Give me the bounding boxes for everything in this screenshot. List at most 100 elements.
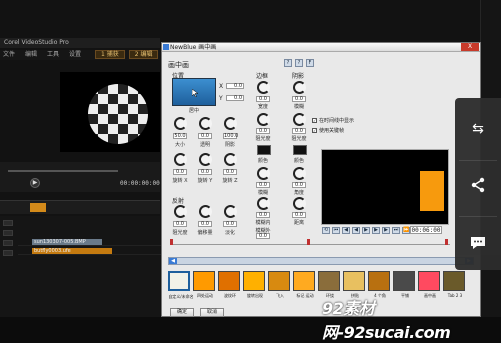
go-start-button[interactable]: ⏮	[332, 227, 340, 234]
reflect-fade-value[interactable]: 0.0	[223, 221, 237, 227]
prev-key-button[interactable]: ◀	[352, 227, 360, 234]
preset-thumbnail[interactable]: 旋转出现	[243, 271, 265, 298]
loop-button[interactable]: ⟲	[322, 227, 330, 234]
timeline-clip[interactable]: sun130307-005.BMP	[32, 239, 102, 245]
x-field[interactable]: 0.0	[226, 83, 244, 89]
reflect-offset-value[interactable]: 0.0	[198, 221, 212, 227]
preset-thumbnail[interactable]: Tab 2 3	[443, 271, 465, 298]
keyframe-marker[interactable]	[445, 239, 448, 245]
keyframe-timeline[interactable]	[170, 239, 450, 245]
preset-thumbnail[interactable]: 拼贴	[343, 271, 365, 298]
share-icon[interactable]	[455, 162, 501, 208]
preset-thumbnail[interactable]: 4 个角	[368, 271, 390, 298]
reflect-opacity-knob[interactable]	[174, 205, 187, 218]
play-button[interactable]: ▶	[30, 178, 40, 188]
preset-thumbnail[interactable]: 环绕	[318, 271, 340, 298]
help-button[interactable]: ?	[295, 59, 303, 67]
scrubber-track[interactable]	[8, 170, 118, 172]
menu-tools[interactable]: 工具	[47, 50, 59, 60]
opacity-knob[interactable]	[199, 117, 212, 130]
border-blur-in-knob[interactable]	[257, 197, 270, 210]
use-keyframes-checkbox[interactable]: ✓ 使用关键帧	[312, 127, 344, 134]
prev-frame-button[interactable]: ◀	[342, 227, 350, 234]
reflect-opacity-value[interactable]: 0.0	[173, 221, 187, 227]
preset-thumbnail[interactable]: 飞入	[268, 271, 290, 298]
shadow-color-swatch[interactable]	[293, 145, 307, 155]
rotate-z-value[interactable]: 0.0	[223, 169, 237, 175]
preset-thumbnail[interactable]: 自定义/未命名	[168, 271, 194, 299]
step-edit[interactable]: 2 编辑	[128, 50, 159, 59]
shadow-blur-value[interactable]: 0.0	[292, 96, 306, 102]
shadow-knob[interactable]	[224, 117, 237, 130]
preset-thumbnail[interactable]: 四处运动	[193, 271, 215, 298]
timeline-toolbar-button[interactable]	[30, 203, 46, 212]
rotate-y-knob[interactable]	[199, 153, 212, 166]
rotate-y-value[interactable]: 0.0	[198, 169, 212, 175]
border-opacity-knob[interactable]	[257, 113, 270, 126]
next-key-button[interactable]: ▶	[372, 227, 380, 234]
shadow-distance-knob[interactable]	[293, 197, 306, 210]
shadow-color-label: 颜色	[293, 158, 304, 164]
timeline-clip[interactable]: butfly0003.ufe	[32, 248, 112, 254]
menu-edit[interactable]: 编辑	[25, 50, 37, 60]
size-knob[interactable]	[174, 117, 187, 130]
border-color-swatch[interactable]	[257, 145, 271, 155]
border-width-knob[interactable]	[257, 81, 270, 94]
keyframe-marker[interactable]	[307, 239, 310, 245]
preset-thumbnail[interactable]: 波纹环	[218, 271, 240, 298]
play-preview-button[interactable]: ▶	[362, 227, 370, 234]
shadow-opacity-knob[interactable]	[293, 113, 306, 126]
option-label: 使用关键帧	[319, 128, 345, 134]
shadow-angle-value[interactable]: 0.0	[292, 182, 306, 188]
reflect-offset-knob[interactable]	[199, 205, 212, 218]
shadow-opacity-value[interactable]: 0.0	[292, 128, 306, 134]
shadow-distance-label: 距离	[293, 220, 304, 226]
border-blur-in-value[interactable]: 0.0	[256, 212, 270, 218]
menu-settings[interactable]: 设置	[69, 50, 81, 60]
ok-button[interactable]: 确定	[170, 308, 194, 317]
reflection-label: 反射	[172, 198, 185, 205]
help-button[interactable]: ?	[284, 59, 292, 67]
shadow-value[interactable]: 100.0	[223, 133, 238, 139]
favorite-button[interactable]: F	[306, 59, 314, 67]
border-width-value[interactable]: 0.0	[256, 96, 270, 102]
show-in-timeline-checkbox[interactable]: ✓ 在时间线中显示	[312, 117, 354, 124]
step-capture[interactable]: 1 捕获	[95, 50, 125, 59]
y-field[interactable]: 0.0	[226, 95, 244, 101]
cursor-icon	[191, 88, 199, 98]
keyframe-marker[interactable]	[170, 239, 173, 245]
pip-dialog: NewBlue 画中画 X 画中画 ? ? F 位置 居中 X 0.0 Y 0.…	[161, 42, 481, 317]
dialog-title: NewBlue 画中画	[170, 44, 217, 51]
go-end-button[interactable]: ⏭	[392, 227, 400, 234]
size-value[interactable]: 50.0	[173, 133, 187, 139]
preset-scrollbar[interactable]: ◀ ▶	[168, 257, 474, 265]
timeline-toolbar	[0, 200, 160, 214]
swap-icon[interactable]: ⇆	[455, 106, 501, 152]
shadow-angle-knob[interactable]	[293, 167, 306, 180]
preset-thumbnail[interactable]: 标记 运动	[293, 271, 315, 298]
rotate-x-label: 旋转 X	[172, 178, 188, 184]
rotate-z-knob[interactable]	[224, 153, 237, 166]
preview-timecode[interactable]: 00:06:00	[410, 226, 442, 234]
border-blur-value[interactable]: 0.0	[256, 182, 270, 188]
chat-icon[interactable]	[455, 220, 501, 266]
workflow-steps: 1 捕获 2 编辑	[95, 50, 159, 59]
preset-thumbnail[interactable]: 画中画	[418, 271, 440, 298]
menu-file[interactable]: 文件	[3, 50, 15, 60]
next-frame-button[interactable]: ▶	[382, 227, 390, 234]
scroll-left-icon[interactable]: ◀	[169, 258, 177, 264]
close-button[interactable]: X	[461, 43, 479, 51]
border-opacity-value[interactable]: 0.0	[256, 128, 270, 134]
opacity-value[interactable]: 0.0	[198, 133, 212, 139]
rotate-x-knob[interactable]	[174, 153, 187, 166]
border-blur-knob[interactable]	[257, 167, 270, 180]
preset-thumbnail[interactable]: 平铺	[393, 271, 415, 298]
border-blur-out-value[interactable]: 0.0	[256, 233, 270, 239]
shadow-blur-knob[interactable]	[293, 81, 306, 94]
fast-forward-button[interactable]: ⏩	[402, 227, 410, 234]
cancel-button[interactable]: 取消	[200, 308, 224, 317]
rotate-x-value[interactable]: 0.0	[173, 169, 187, 175]
border-opacity-label: 阻光度	[255, 136, 271, 142]
reflect-fade-knob[interactable]	[224, 205, 237, 218]
shadow-distance-value[interactable]: 0.0	[292, 212, 306, 218]
